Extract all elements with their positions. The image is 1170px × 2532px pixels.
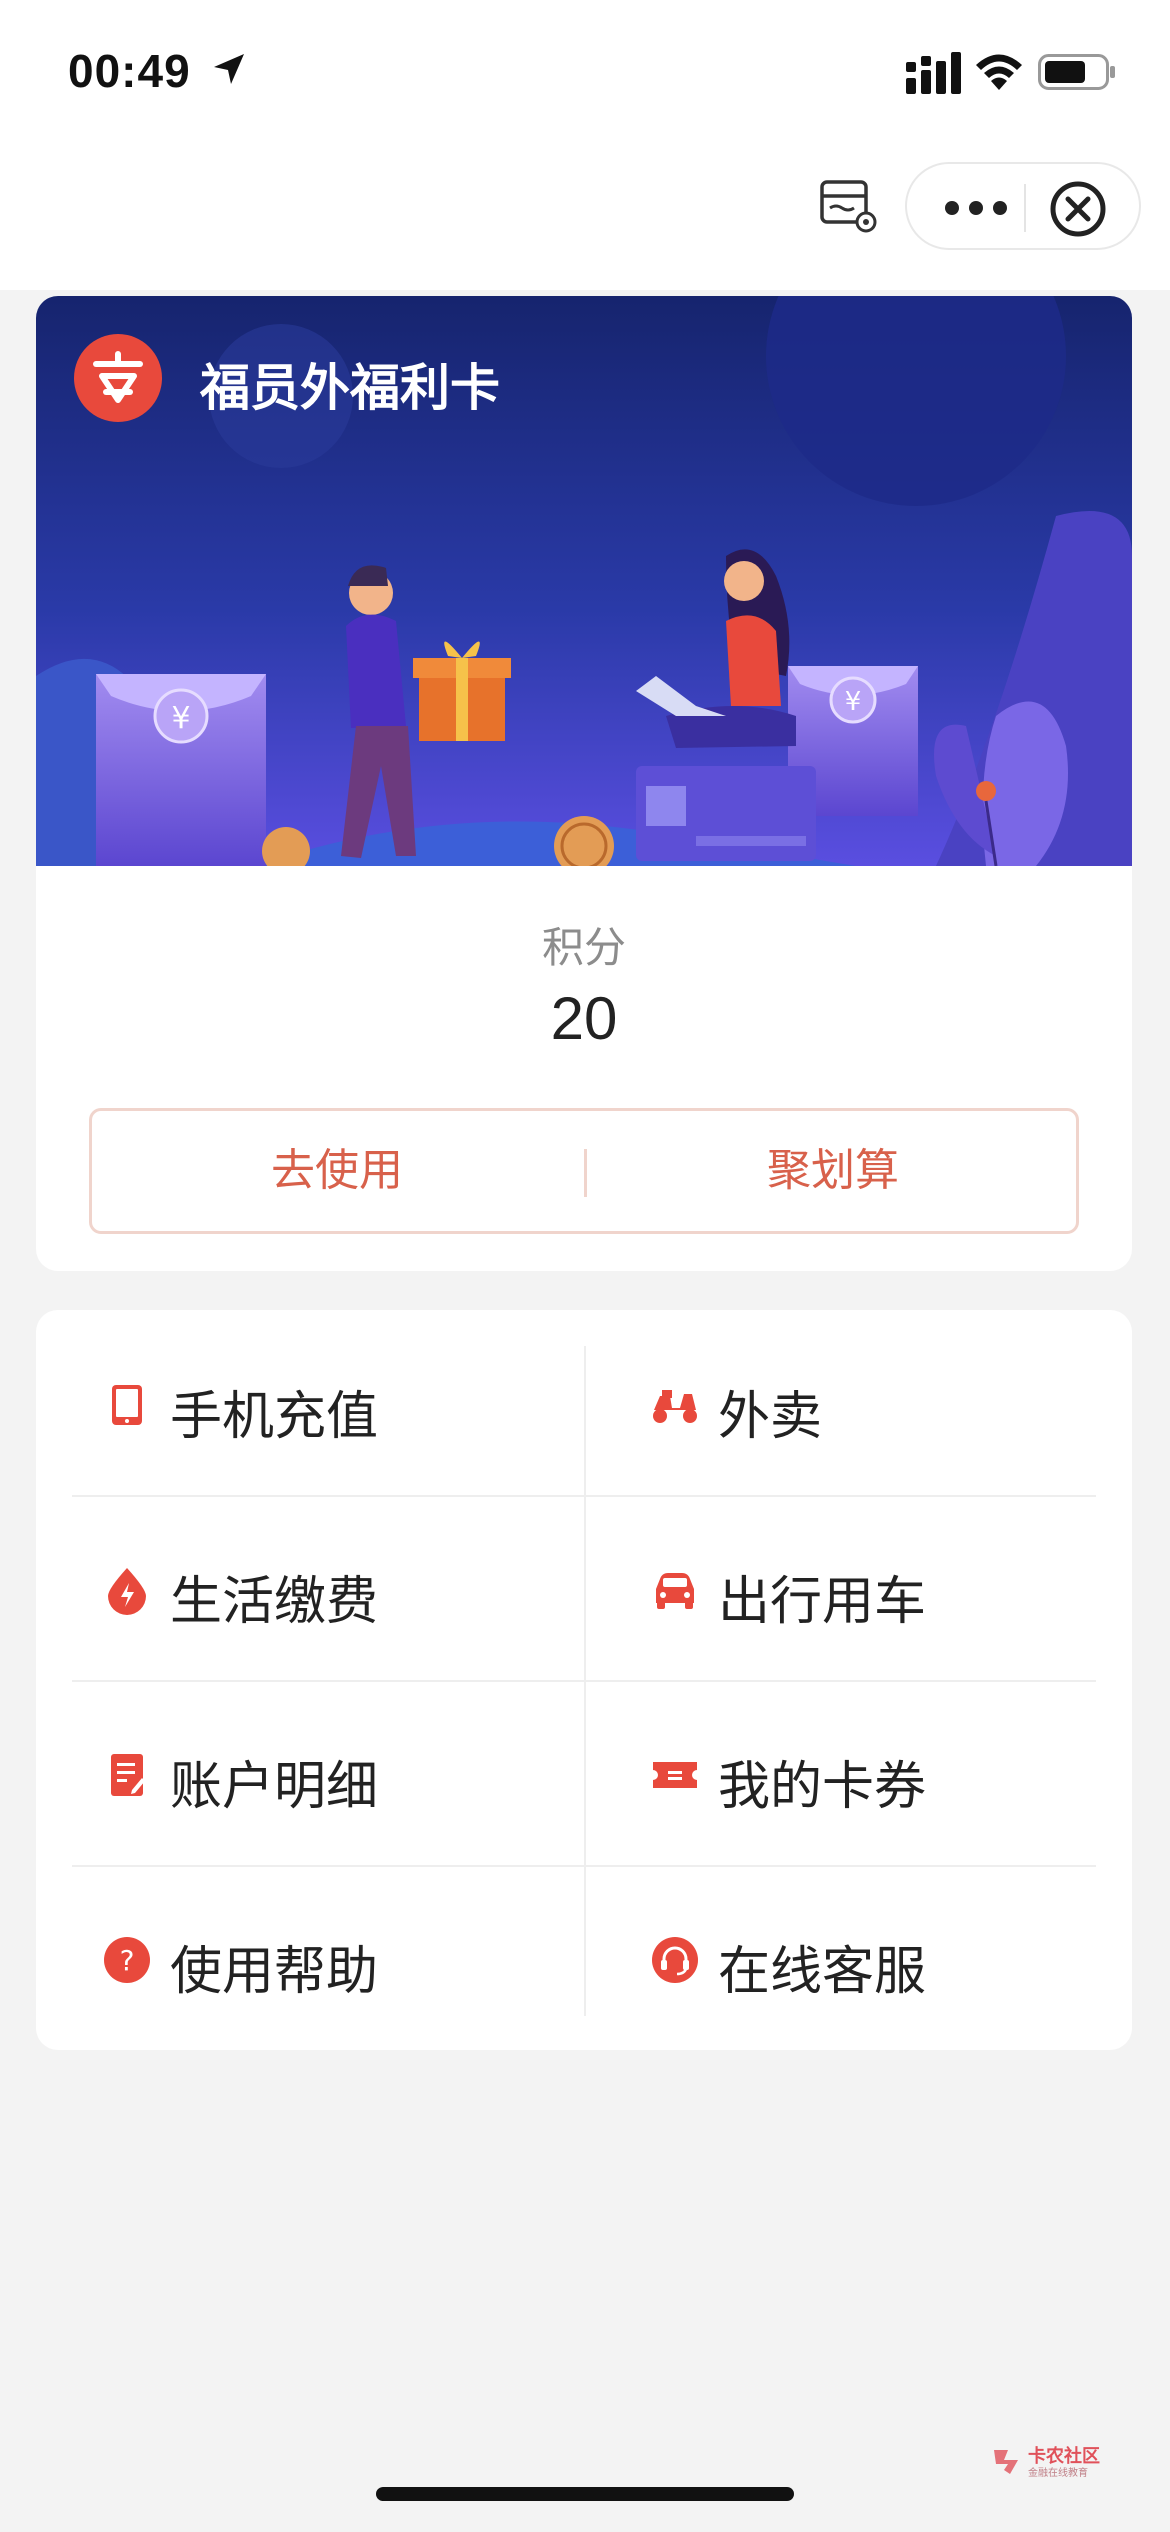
card-actions: 去使用 聚划算 bbox=[89, 1108, 1079, 1234]
menu-item-label: 出行用车 bbox=[718, 1573, 927, 1631]
document-icon bbox=[111, 1754, 145, 1796]
phone-icon bbox=[112, 1385, 142, 1425]
watermark-logo-icon bbox=[994, 2450, 1018, 2474]
menu-item-takeaway[interactable]: 外卖 bbox=[620, 1310, 1132, 1495]
card-title: 福员外福利卡 bbox=[200, 360, 500, 416]
ticket-icon bbox=[653, 1762, 697, 1788]
battery-icon bbox=[1038, 54, 1115, 90]
menu-item-label: 外卖 bbox=[718, 1388, 823, 1446]
menu-item-label: 生活缴费 bbox=[170, 1573, 379, 1631]
juhuasuan-button[interactable]: 聚划算 bbox=[588, 1111, 1078, 1231]
status-time: 00:49 bbox=[68, 45, 191, 97]
close-icon[interactable] bbox=[1049, 180, 1107, 238]
menu-item-my-coupons[interactable]: 我的卡券 bbox=[620, 1680, 1132, 1865]
menu-item-phone-recharge[interactable]: 手机充值 bbox=[72, 1310, 584, 1495]
cellular-signal-icon bbox=[906, 52, 961, 94]
actions-divider bbox=[584, 1149, 587, 1197]
more-options-icon[interactable] bbox=[943, 188, 1009, 228]
status-bar: 00:49 bbox=[0, 0, 1170, 150]
menu-item-label: 我的卡券 bbox=[718, 1758, 927, 1816]
home-indicator[interactable] bbox=[376, 2487, 794, 2501]
svg-text:¥: ¥ bbox=[171, 701, 190, 736]
menu-item-online-service[interactable]: 在线客服 bbox=[620, 1865, 1132, 2050]
mini-program-capsule bbox=[905, 162, 1141, 250]
menu-item-label: 在线客服 bbox=[718, 1943, 927, 2001]
headset-icon bbox=[652, 1937, 698, 1983]
svg-text:¥: ¥ bbox=[845, 687, 862, 717]
menu-item-label: 手机充值 bbox=[170, 1388, 379, 1446]
help-icon: ? bbox=[104, 1937, 150, 1983]
menu-item-account-details[interactable]: 账户明细 bbox=[72, 1680, 584, 1865]
watermark-subtitle: 金融在线教育 bbox=[1028, 2468, 1088, 2479]
capsule-divider bbox=[1024, 184, 1026, 232]
menu-item-ride[interactable]: 出行用车 bbox=[620, 1495, 1132, 1680]
menu-item-utility-payment[interactable]: 生活缴费 bbox=[72, 1495, 584, 1680]
car-icon bbox=[656, 1573, 694, 1609]
location-arrow-icon bbox=[214, 54, 244, 84]
menu-item-label: 账户明细 bbox=[170, 1758, 379, 1816]
utility-drop-icon bbox=[108, 1568, 146, 1615]
brand-logo-icon bbox=[74, 334, 162, 422]
use-button[interactable]: 去使用 bbox=[92, 1111, 582, 1231]
wifi-icon bbox=[976, 54, 1022, 90]
menu-item-label: 使用帮助 bbox=[170, 1943, 379, 2001]
points-value: 20 bbox=[550, 985, 618, 1052]
svg-text:?: ? bbox=[120, 1944, 135, 1977]
welfare-card: ¥ ¥ 福员外福利卡 积分 20 去使用 聚划算 bbox=[36, 296, 1132, 1271]
scooter-icon bbox=[653, 1390, 697, 1423]
points-label: 积分 bbox=[541, 924, 626, 971]
card-wallet-icon[interactable] bbox=[818, 178, 878, 234]
menu-item-help[interactable]: ? 使用帮助 bbox=[72, 1865, 584, 2050]
service-menu: 手机充值 外卖 生活缴费 出行用车 账户明细 我的卡券 ? 使用帮助 在线客服 bbox=[36, 1310, 1132, 2050]
community-watermark: 卡农社区 金融在线教育 bbox=[990, 2440, 1110, 2480]
